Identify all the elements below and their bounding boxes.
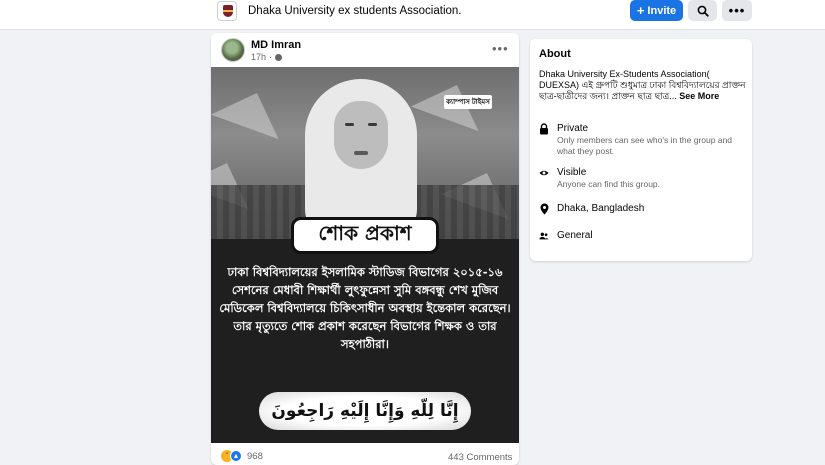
arabic-verse: إِنَّا لِلّهِ وَإِنَّا إِلَيْهِ رَاجِعُو… <box>259 392 471 430</box>
reaction-icons: ˘ ▲ <box>221 450 243 462</box>
crest-band <box>223 10 233 12</box>
portrait-lips <box>354 151 368 155</box>
category-label: General <box>557 230 593 241</box>
visibility-row: Visible Anyone can find this group. <box>539 167 660 190</box>
portrait-face <box>334 101 388 169</box>
search-icon <box>697 5 709 17</box>
reaction-count: 968 <box>247 450 263 462</box>
visibility-description: Anyone can find this group. <box>557 179 661 189</box>
reaction-summary[interactable]: ˘ ▲ 968 <box>221 450 263 462</box>
visibility-label: Visible <box>557 167 587 178</box>
meta-separator: · <box>269 52 273 62</box>
more-options-button[interactable]: ••• <box>722 0 752 21</box>
group-logo[interactable] <box>217 1 237 21</box>
author-name[interactable]: MD Imran <box>251 39 301 51</box>
portrait-eye <box>368 123 377 126</box>
about-title: About <box>539 48 571 60</box>
invite-label: Invite <box>647 4 677 17</box>
people-icon <box>539 230 549 242</box>
privacy-row: Private Only members can see who's in th… <box>539 123 752 157</box>
like-reaction-icon: ▲ <box>230 450 242 462</box>
about-description: Dhaka University Ex-Students Association… <box>539 69 747 102</box>
author-avatar[interactable] <box>221 38 245 62</box>
category-row: General <box>539 230 593 242</box>
post-menu-button[interactable]: ••• <box>492 42 509 55</box>
eye-icon <box>539 167 549 179</box>
group-name[interactable]: Dhaka University ex students Association… <box>248 5 462 17</box>
location-row: Dhaka, Bangladesh <box>539 203 644 215</box>
image-caption: ঢাকা বিশ্ববিদ্যালয়ের ইসলামিক স্টাডিজ বি… <box>219 265 511 351</box>
memorial-photo: ক্যাম্পাস টাইমস <box>211 67 519 239</box>
see-more-link[interactable]: See More <box>679 91 719 101</box>
privacy-description: Only members can see who's in the group … <box>557 135 733 156</box>
invite-button[interactable]: + Invite <box>630 0 683 21</box>
post-card: MD Imran 17h · ••• ক্যাম্পাস টাইমস শোক প… <box>211 33 519 465</box>
about-card: About Dhaka University Ex-Students Assoc… <box>530 39 752 261</box>
comments-count[interactable]: 443 Comments <box>448 452 512 463</box>
portrait-eye <box>345 123 354 126</box>
privacy-label: Private <box>557 123 589 134</box>
location-pin-icon <box>539 203 549 215</box>
location-label[interactable]: Dhaka, Bangladesh <box>557 203 644 214</box>
audience-globe-icon[interactable] <box>275 53 283 61</box>
plus-icon: + <box>636 3 645 18</box>
post-image[interactable]: ক্যাম্পাস টাইমস শোক প্রকাশ ঢাকা বিশ্ববিদ… <box>211 67 519 443</box>
search-button[interactable] <box>688 0 717 21</box>
mourning-banner: শোক প্রকাশ <box>291 217 439 254</box>
lock-icon <box>539 123 549 135</box>
campus-times-watermark: ক্যাম্পাস টাইমস <box>444 95 492 109</box>
post-time[interactable]: 17h <box>251 52 266 62</box>
group-header-bar: Dhaka University ex students Association… <box>0 0 825 30</box>
post-meta: 17h · <box>251 52 283 62</box>
